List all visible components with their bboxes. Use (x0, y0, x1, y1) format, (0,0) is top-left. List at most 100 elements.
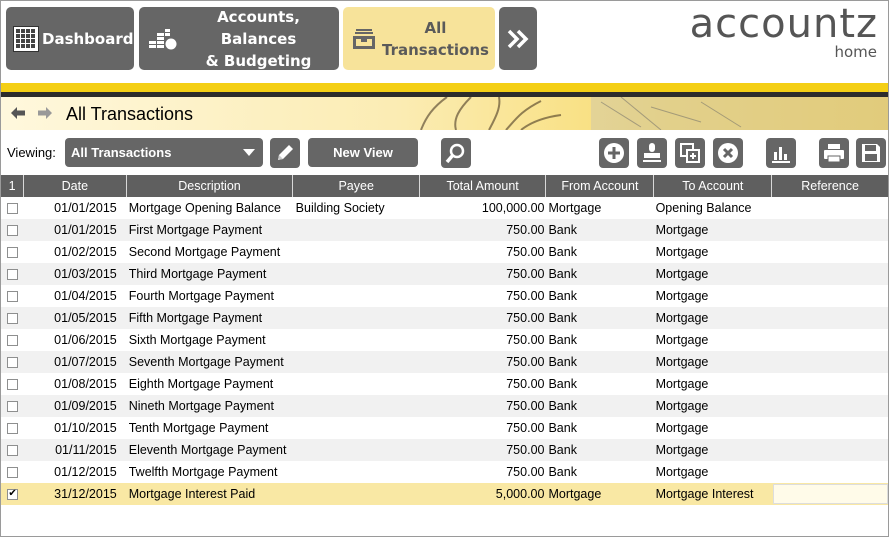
row-checkbox[interactable] (7, 268, 19, 280)
column-header-payee[interactable]: Payee (293, 175, 420, 197)
back-arrow-icon[interactable] (11, 107, 25, 119)
cell-reference (772, 373, 888, 395)
cell-total-amount: 750.00 (506, 399, 545, 413)
row-checkbox[interactable] (7, 334, 19, 346)
row-checkbox[interactable] (7, 356, 19, 368)
edit-view-button[interactable] (270, 138, 300, 168)
table-row[interactable]: 01/03/2015 Third Mortgage Payment 750.00 Ba… (1, 263, 888, 285)
cell-date: 01/07/2015 (54, 355, 117, 369)
cell-total-amount: 750.00 (506, 245, 545, 259)
table-row[interactable]: 01/07/2015 Seventh Mortgage Payment 750.00… (1, 351, 888, 373)
column-header-select[interactable]: 1 (1, 175, 25, 197)
stamp-button[interactable] (637, 138, 667, 168)
cell-to-account: Mortgage (655, 399, 709, 413)
cell-reference (772, 241, 888, 263)
save-button[interactable] (856, 138, 886, 168)
row-checkbox[interactable] (7, 378, 19, 390)
table-row[interactable]: 01/04/2015 Fourth Mortgage Payment 750.00 B… (1, 285, 888, 307)
table-row[interactable]: 01/02/2015 Second Mortgage Payment 750.00 B… (1, 241, 888, 263)
cell-total-amount: 750.00 (506, 421, 545, 435)
row-checkbox[interactable] (7, 290, 19, 302)
table-row[interactable]: 01/09/2015 Nineth Mortgage Payment 750.00 B… (1, 395, 888, 417)
delete-button[interactable] (713, 138, 743, 168)
column-header-date[interactable]: Date (24, 175, 127, 197)
table-row[interactable]: 01/11/2015 Eleventh Mortgage Payment 750.0… (1, 439, 888, 461)
column-header-from-account[interactable]: From Account (546, 175, 655, 197)
reference-input[interactable] (773, 484, 888, 504)
cell-description: Tenth Mortgage Payment (128, 421, 269, 435)
cell-description: Third Mortgage Payment (128, 267, 267, 281)
row-checkbox[interactable]: ✔ (7, 488, 19, 500)
column-header-to-account[interactable]: To Account (654, 175, 773, 197)
cell-description: Fifth Mortgage Payment (128, 311, 263, 325)
cell-from-account: Bank (548, 399, 577, 413)
row-checkbox[interactable] (7, 422, 19, 434)
chart-button[interactable] (766, 138, 796, 168)
column-header-total-amount[interactable]: Total Amount (420, 175, 547, 197)
cell-date: 01/12/2015 (54, 465, 117, 479)
nav-accounts-label-line2: & Budgeting (205, 51, 312, 70)
search-button[interactable] (441, 138, 471, 168)
cell-to-account: Mortgage (655, 355, 709, 369)
cell-reference (772, 197, 888, 219)
table-row[interactable]: 01/10/2015 Tenth Mortgage Payment 750.00 Ba… (1, 417, 888, 439)
table-row[interactable]: 01/05/2015 Fifth Mortgage Payment 750.00 Ba… (1, 307, 888, 329)
add-transaction-button[interactable] (599, 138, 629, 168)
row-checkbox[interactable] (7, 224, 19, 236)
cell-reference (772, 461, 888, 483)
row-checkbox[interactable] (7, 466, 19, 478)
table-row[interactable]: 01/06/2015 Sixth Mortgage Payment 750.00 Ba… (1, 329, 888, 351)
table-row[interactable]: ✔ 31/12/2015 Mortgage Interest Paid 5,000.0… (1, 483, 888, 505)
cell-description: Eighth Mortgage Payment (128, 377, 274, 391)
cell-total-amount: 750.00 (506, 333, 545, 347)
table-row[interactable]: 01/12/2015 Twelfth Mortgage Payment 750.00… (1, 461, 888, 483)
row-checkbox[interactable] (7, 312, 19, 324)
view-select[interactable]: All Transactions (65, 138, 263, 167)
cell-payee (294, 373, 420, 395)
table-row[interactable]: 01/01/2015 First Mortgage Payment 750.00 Ba… (1, 219, 888, 241)
cell-description: Eleventh Mortgage Payment (128, 443, 287, 457)
duplicate-button[interactable] (675, 138, 705, 168)
cell-to-account: Mortgage (655, 245, 709, 259)
nav-dashboard-button[interactable]: Dashboard (6, 7, 134, 70)
row-checkbox[interactable] (7, 246, 19, 258)
cell-reference[interactable] (772, 483, 888, 505)
row-checkbox[interactable] (7, 202, 19, 214)
nav-accounts-balances-budgeting-button[interactable]: Accounts, Balances & Budgeting (139, 7, 339, 70)
top-navigation: Dashboard Accounts, Balances & Budgeting (1, 1, 888, 83)
nav-more-button[interactable] (499, 7, 537, 70)
cell-from-account: Bank (548, 245, 577, 259)
row-checkbox[interactable] (7, 400, 19, 412)
cell-reference (772, 417, 888, 439)
cell-total-amount: 750.00 (506, 377, 545, 391)
cell-from-account: Bank (548, 311, 577, 325)
cell-payee (294, 285, 420, 307)
new-view-button[interactable]: New View (308, 138, 418, 167)
cell-payee (294, 461, 420, 483)
print-button[interactable] (819, 138, 849, 168)
cell-payee (294, 417, 420, 439)
cell-to-account: Mortgage (655, 267, 709, 281)
printer-icon (824, 144, 844, 163)
view-toolbar: Viewing: All Transactions New View (1, 130, 888, 175)
row-select-cell: ✔ (1, 483, 24, 505)
column-header-reference[interactable]: Reference (772, 175, 888, 197)
cell-payee (294, 241, 420, 263)
accountz-logo: accountz home (690, 3, 878, 60)
cell-from-account: Bank (548, 267, 577, 281)
table-row[interactable]: 01/01/2015 Mortgage Opening Balance Buildi… (1, 197, 888, 219)
column-header-description[interactable]: Description (127, 175, 294, 197)
row-checkbox[interactable] (7, 444, 19, 456)
cell-reference (772, 263, 888, 285)
cell-total-amount: 750.00 (506, 355, 545, 369)
nav-accounts-label-line1: Accounts, Balances (217, 7, 300, 48)
nav-all-transactions-label: All Transactions (376, 17, 495, 61)
table-row[interactable]: 01/08/2015 Eighth Mortgage Payment 750.00 B… (1, 373, 888, 395)
nav-all-transactions-button[interactable]: All Transactions (343, 7, 495, 70)
cell-payee (294, 329, 420, 351)
cell-date: 01/01/2015 (54, 223, 117, 237)
forward-arrow-icon[interactable] (38, 107, 52, 119)
row-select-cell (1, 263, 24, 285)
app-window: Dashboard Accounts, Balances & Budgeting (0, 0, 889, 537)
cell-total-amount: 750.00 (506, 223, 545, 237)
